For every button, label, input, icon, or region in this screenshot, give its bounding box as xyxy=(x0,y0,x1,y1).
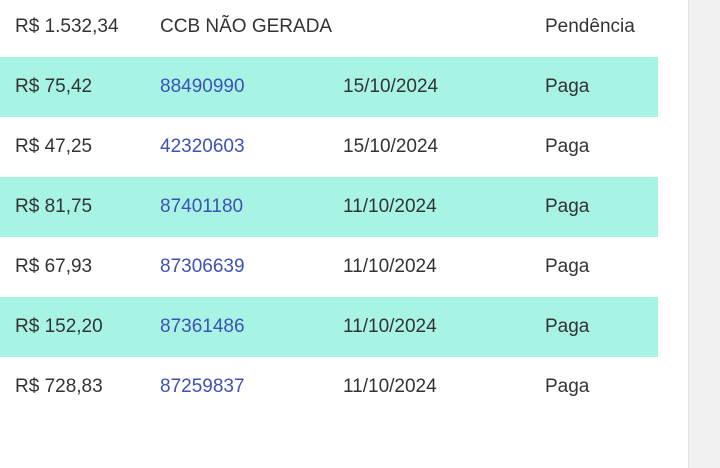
ccb-number-link[interactable]: 87259837 xyxy=(160,357,245,417)
row-value: R$ 81,75 xyxy=(15,196,93,217)
row-status: Paga xyxy=(545,256,590,277)
row-status: Paga xyxy=(545,376,590,397)
ccb-number-link[interactable]: 87361486 xyxy=(160,297,245,357)
row-status: Pendência xyxy=(545,16,635,37)
payments-table: R$ 1.532,34 CCB NÃO GERADA Pendência R$ … xyxy=(0,0,658,417)
row-value: R$ 1.532,34 xyxy=(15,16,119,37)
table-row: R$ 152,20 87361486 11/10/2024 Paga xyxy=(0,297,658,357)
table-row: R$ 81,75 87401180 11/10/2024 Paga xyxy=(0,177,658,237)
row-value: R$ 67,93 xyxy=(15,256,93,277)
row-date: 11/10/2024 xyxy=(343,256,437,277)
ccb-number-link[interactable]: 88490990 xyxy=(160,57,245,117)
row-date: 11/10/2024 xyxy=(343,376,437,397)
row-date: 15/10/2024 xyxy=(343,136,439,157)
row-date: 11/10/2024 xyxy=(343,316,437,337)
row-ccb-status: CCB NÃO GERADA xyxy=(160,16,333,37)
row-status: Paga xyxy=(545,316,590,337)
table-row: R$ 75,42 88490990 15/10/2024 Paga xyxy=(0,57,658,117)
ccb-number-link[interactable]: 87306639 xyxy=(160,237,245,297)
ccb-number-link[interactable]: 42320603 xyxy=(160,117,245,177)
page: R$ 1.532,34 CCB NÃO GERADA Pendência R$ … xyxy=(0,0,720,468)
table-row: R$ 47,25 42320603 15/10/2024 Paga xyxy=(0,117,658,177)
row-status: Paga xyxy=(545,76,590,97)
row-status: Paga xyxy=(545,136,590,157)
row-status: Paga xyxy=(545,196,590,217)
row-date: 15/10/2024 xyxy=(343,76,439,97)
table-row: R$ 67,93 87306639 11/10/2024 Paga xyxy=(0,237,658,297)
table-row: R$ 728,83 87259837 11/10/2024 Paga xyxy=(0,357,658,417)
row-value: R$ 75,42 xyxy=(15,76,93,97)
row-value: R$ 152,20 xyxy=(15,316,103,337)
row-date: 11/10/2024 xyxy=(343,196,437,217)
vertical-scrollbar[interactable] xyxy=(688,0,720,468)
row-value: R$ 47,25 xyxy=(15,136,93,157)
row-value: R$ 728,83 xyxy=(15,376,103,397)
table-row: R$ 1.532,34 CCB NÃO GERADA Pendência xyxy=(0,0,658,57)
ccb-number-link[interactable]: 87401180 xyxy=(160,177,243,237)
